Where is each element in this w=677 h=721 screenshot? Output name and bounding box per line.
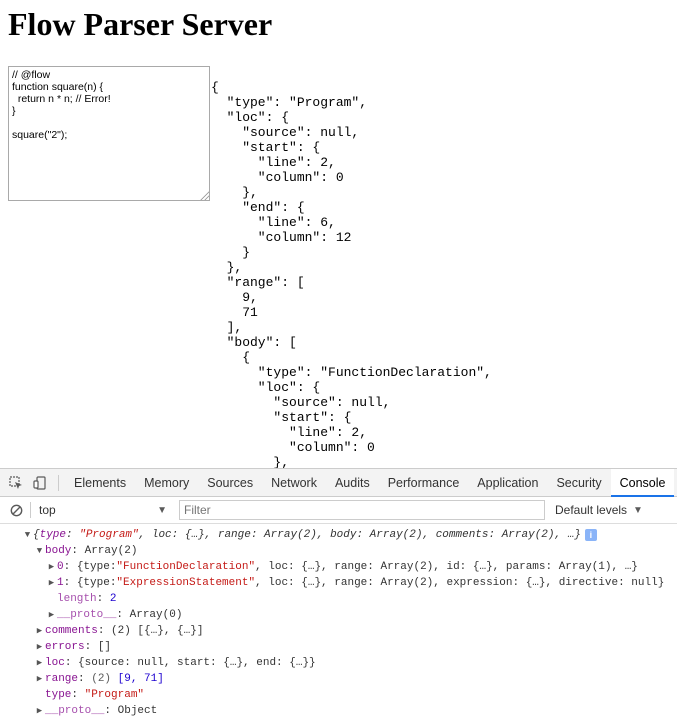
- expand-triangle-icon[interactable]: ▶: [46, 559, 57, 575]
- tree-row-body-1[interactable]: ▶ 1: {type: "ExpressionStatement", loc: …: [0, 575, 677, 591]
- root-summary: {type: "Program", loc: {…}, range: Array…: [33, 529, 581, 541]
- expand-triangle-icon[interactable]: ▶: [46, 575, 57, 591]
- tree-row-loc[interactable]: ▶ loc: {source: null, start: {…}, end: {…: [0, 655, 677, 671]
- clear-console-icon[interactable]: [4, 497, 28, 523]
- device-toggle-icon[interactable]: [28, 470, 52, 496]
- resize-grip-icon[interactable]: [199, 190, 209, 200]
- tree-row-comments[interactable]: ▶ comments: (2) [{…}, {…}]: [0, 623, 677, 639]
- tab-sources[interactable]: Sources: [198, 469, 262, 497]
- expand-triangle-icon[interactable]: ▶: [34, 703, 45, 719]
- collapse-triangle-icon[interactable]: ▼: [34, 543, 45, 559]
- info-icon[interactable]: i: [584, 529, 597, 541]
- context-label: top: [39, 503, 56, 517]
- expand-triangle-icon[interactable]: ▶: [34, 655, 45, 671]
- tab-audits[interactable]: Audits: [326, 469, 379, 497]
- expand-triangle-icon[interactable]: ▶: [34, 639, 45, 655]
- tabbar-divider: [58, 474, 59, 491]
- console-root-object[interactable]: ▼ {type: "Program", loc: {…}, range: Arr…: [0, 527, 677, 543]
- console-filterbar: top ▼ Default levels ▼: [0, 497, 677, 524]
- console-output: ▼ {type: "Program", loc: {…}, range: Arr…: [0, 524, 677, 719]
- expand-triangle-icon[interactable]: ▶: [46, 607, 57, 623]
- page-title: Flow Parser Server: [8, 6, 273, 42]
- inspect-element-icon[interactable]: [4, 470, 28, 496]
- devtools-panel: Elements Memory Sources Network Audits P…: [0, 468, 677, 721]
- ast-json-output: { "type": "Program", "loc": { "source": …: [211, 80, 492, 468]
- dropdown-arrow-icon: ▼: [157, 504, 167, 516]
- tree-row-range[interactable]: ▶ range: (2) [9, 71]: [0, 671, 677, 687]
- tree-row-root-proto[interactable]: ▶ __proto__: Object: [0, 703, 677, 719]
- tree-row-body-0[interactable]: ▶ 0: {type: "FunctionDeclaration", loc: …: [0, 559, 677, 575]
- tab-console[interactable]: Console: [610, 468, 675, 497]
- devtools-tabbar: Elements Memory Sources Network Audits P…: [0, 468, 677, 497]
- tree-row-type: type: "Program": [45, 689, 145, 701]
- tab-performance[interactable]: Performance: [379, 469, 469, 497]
- tree-row-body-length: length: 2: [57, 593, 117, 605]
- code-editor[interactable]: [8, 66, 210, 201]
- log-levels-dropdown[interactable]: Default levels ▼: [555, 503, 643, 517]
- expand-triangle-icon[interactable]: ▶: [34, 623, 45, 639]
- tab-application[interactable]: Application: [468, 469, 547, 497]
- tab-memory[interactable]: Memory: [135, 469, 198, 497]
- filterbar-divider: [30, 502, 31, 518]
- expand-triangle-icon[interactable]: ▶: [34, 671, 45, 687]
- context-selector[interactable]: top ▼: [33, 503, 175, 517]
- chevron-down-icon: ▼: [633, 504, 643, 516]
- tab-network[interactable]: Network: [262, 469, 326, 497]
- tree-row-body[interactable]: ▼ body: Array(2): [0, 543, 677, 559]
- tab-security[interactable]: Security: [547, 469, 610, 497]
- log-levels-label: Default levels: [555, 503, 628, 517]
- console-filter-input[interactable]: [179, 500, 545, 520]
- tree-row-errors[interactable]: ▶ errors: []: [0, 639, 677, 655]
- tab-elements[interactable]: Elements: [65, 469, 135, 497]
- tree-row-body-proto[interactable]: ▶ __proto__: Array(0): [0, 607, 677, 623]
- collapse-triangle-icon[interactable]: ▼: [22, 527, 33, 543]
